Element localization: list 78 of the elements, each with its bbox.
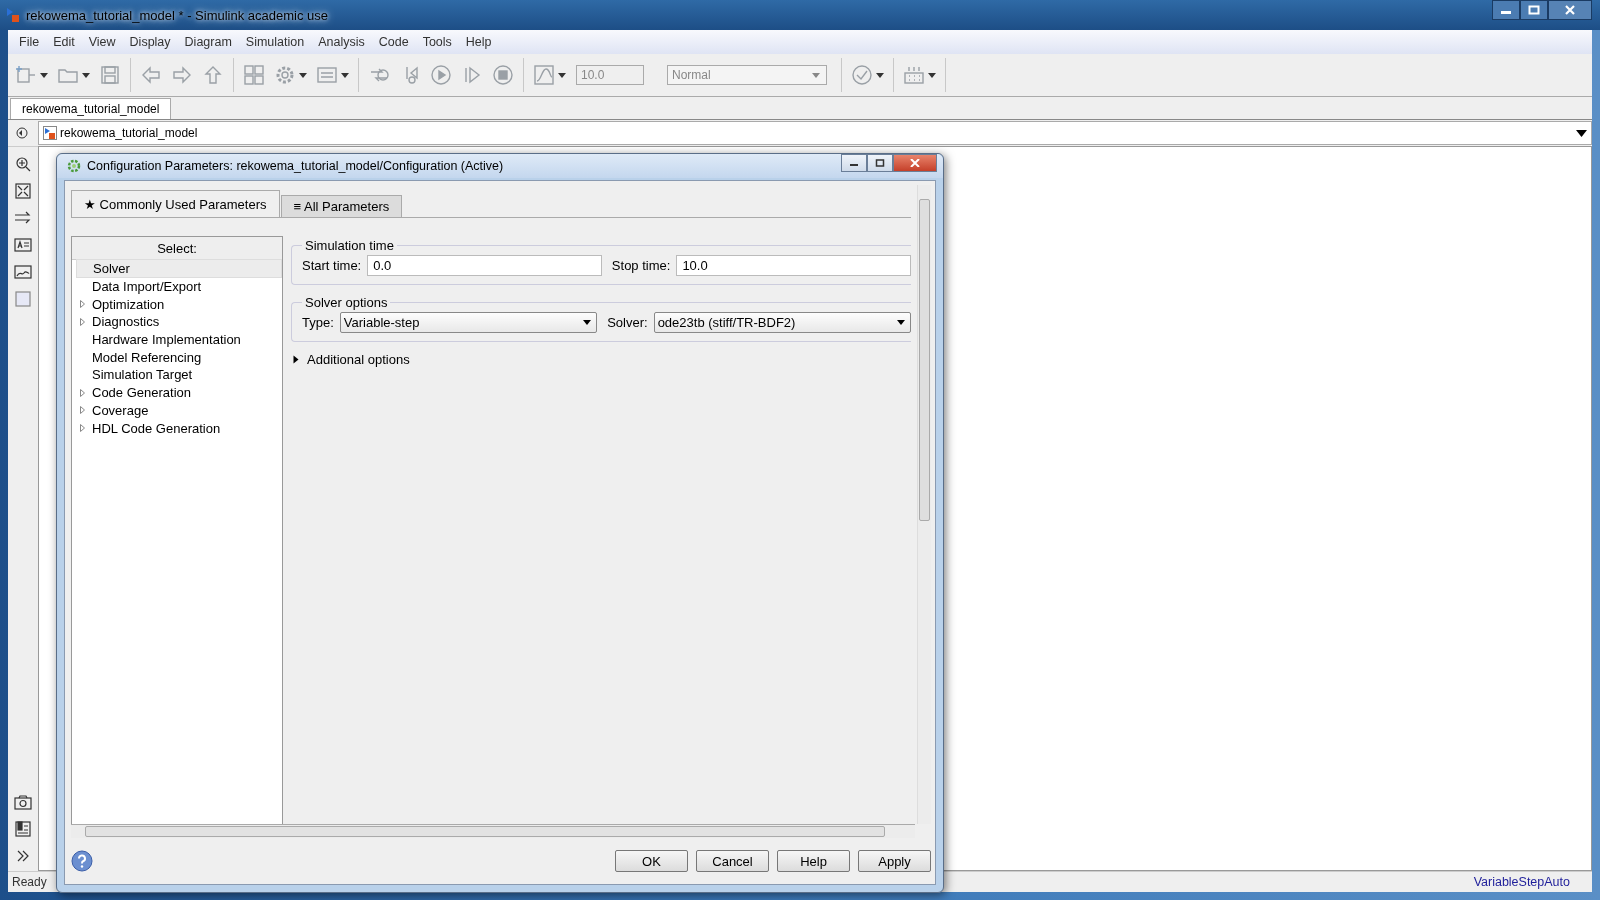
gear-icon (67, 159, 81, 173)
caret-icon[interactable] (82, 72, 90, 78)
field-label: Start time: (302, 258, 362, 273)
dialog-button[interactable]: Apply (858, 850, 931, 872)
maximize-button[interactable] (867, 154, 893, 172)
tree-item[interactable]: Hardware Implementation (76, 331, 251, 349)
menu-item[interactable]: Display (124, 33, 176, 51)
group-title: Solver options (304, 295, 389, 310)
caret-icon[interactable] (583, 320, 592, 325)
caret-icon[interactable] (928, 72, 936, 78)
close-icon (910, 159, 920, 167)
tree-item[interactable]: Model Referencing (76, 348, 212, 366)
report-icon[interactable] (14, 820, 32, 838)
menu-item[interactable]: Analysis (313, 33, 370, 51)
tree-item[interactable]: Coverage (76, 401, 159, 419)
close-button[interactable] (1548, 0, 1592, 20)
help-icon[interactable] (71, 850, 93, 872)
maximize-icon (1528, 5, 1540, 15)
triangle-icon[interactable] (293, 355, 299, 364)
tree-item[interactable]: Code Generation (76, 384, 201, 402)
group-title: Simulation time (304, 238, 395, 253)
tree-item[interactable]: Optimization (76, 295, 175, 313)
dialog-button[interactable]: Cancel (696, 850, 769, 872)
zoom-in-icon[interactable] (14, 155, 32, 173)
dropdown-icon[interactable] (1576, 129, 1587, 137)
minimize-button[interactable] (1492, 0, 1520, 20)
model-icon (6, 7, 20, 23)
annotation-icon[interactable] (14, 236, 32, 254)
fit-view-icon[interactable] (14, 182, 32, 200)
field-label: Solver: (607, 315, 648, 330)
solver-status[interactable]: VariableStepAuto (1473, 875, 1570, 889)
field-label: Stop time: (611, 258, 671, 273)
maximize-icon (875, 159, 885, 167)
tree-item[interactable]: HDL Code Generation (76, 419, 231, 437)
menu-item[interactable]: Edit (48, 33, 80, 51)
tree-item[interactable]: Solver (76, 259, 282, 279)
tab[interactable]: ★ Commonly Used Parameters (71, 190, 280, 217)
additional-options-toggle[interactable]: Additional options (291, 352, 410, 367)
menu-item[interactable]: View (83, 33, 121, 51)
field-label: Type: (302, 315, 334, 330)
close-icon (1564, 5, 1576, 15)
back-icon[interactable] (16, 127, 28, 139)
menu-item[interactable]: Simulation (240, 33, 310, 51)
window-title: rekowema_tutorial_model * - Simulink academic use (26, 7, 329, 23)
stop-time-field[interactable]: 10.0 (676, 255, 911, 276)
area-icon[interactable] (14, 290, 32, 308)
caret-icon[interactable] (897, 320, 905, 325)
caret-icon[interactable] (876, 72, 884, 78)
check-icon[interactable] (851, 64, 873, 86)
caret-icon[interactable] (341, 72, 349, 78)
minimize-button[interactable] (841, 154, 867, 172)
tree-item[interactable]: Diagnostics (76, 313, 170, 331)
status-text: Ready (12, 875, 47, 889)
caret-icon[interactable] (558, 72, 566, 78)
image-icon[interactable] (14, 263, 32, 281)
tree-item[interactable]: Data Import/Export (76, 278, 212, 296)
caret-icon[interactable] (299, 72, 307, 78)
breadcrumb-link[interactable]: rekowema_tutorial_model (60, 126, 198, 140)
type-dropdown[interactable]: Variable-step (339, 312, 598, 333)
solver-dropdown[interactable]: ode23tb (stiff/TR-BDF2) (653, 312, 911, 333)
close-button[interactable] (893, 154, 937, 172)
camera-icon[interactable] (14, 793, 32, 811)
model-icon (43, 126, 57, 140)
list-header: Select: (72, 237, 282, 260)
dialog-button[interactable]: Help (777, 850, 850, 872)
menu-item[interactable]: Help (460, 33, 497, 51)
tab[interactable]: ≡ All Parameters (280, 195, 403, 217)
maximize-button[interactable] (1520, 0, 1548, 20)
dialog-title: Configuration Parameters: rekowema_tutorial_model/Configuration (Active) (87, 159, 504, 173)
menu-item[interactable]: Code (373, 33, 414, 51)
start-time-field[interactable]: 0.0 (367, 255, 602, 276)
menu-item[interactable]: Diagram (179, 33, 237, 51)
tree-item[interactable]: Simulation Target (76, 366, 203, 384)
caret-icon[interactable] (40, 72, 48, 78)
menu-item[interactable]: Tools (417, 33, 457, 51)
model-tab[interactable]: rekowema_tutorial_model (10, 98, 172, 119)
menu-item[interactable]: File (14, 33, 45, 51)
dialog-button[interactable]: OK (615, 850, 688, 872)
